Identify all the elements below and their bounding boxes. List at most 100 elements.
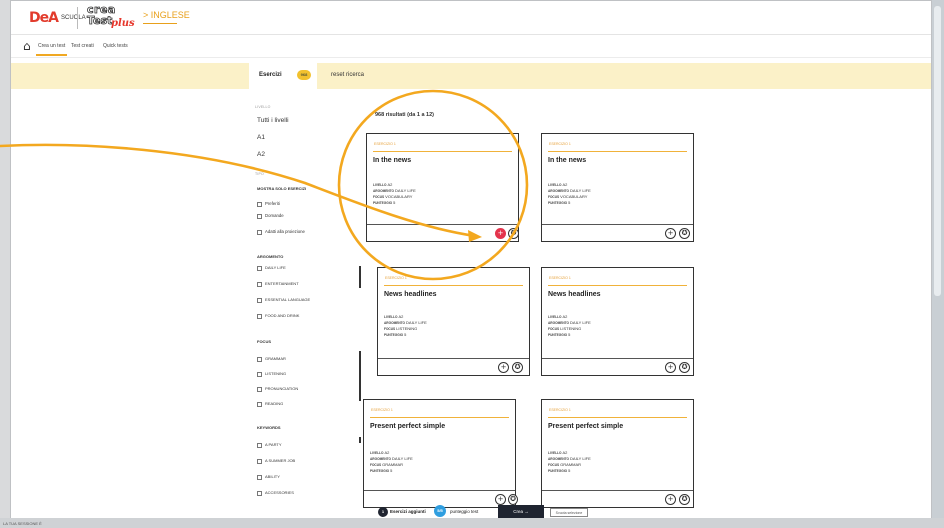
filter-scrollbar[interactable] [359,351,361,401]
score-badge: 5/5 [434,505,446,517]
checkbox[interactable] [257,458,262,464]
status-text: LA TUA SESSIONE È [3,521,42,526]
card-category: ESERCIZIO 1 [549,408,571,412]
filter-kw-accessories[interactable]: ACCESSORIES [257,490,294,496]
star-badge-icon[interactable]: ✪ [679,494,690,505]
plus-icon[interactable]: + [665,362,676,373]
filter-scrollbar[interactable] [359,266,361,288]
exercise-card[interactable]: ESERCIZIO 1 In the news LIVELLOA2 ARGOME… [541,133,694,242]
plus-icon[interactable]: + [498,362,509,373]
card-footer-divider [364,490,515,491]
type-caption: TIPO [255,172,264,176]
subject-link[interactable]: > INGLESE [143,11,190,20]
checkbox[interactable] [257,356,262,362]
card-title: Present perfect simple [370,423,446,430]
filter-focus-listening[interactable]: LISTENING [257,371,286,377]
filter-questions[interactable]: Domande [257,213,284,219]
card-title: Present perfect simple [548,423,624,430]
home-icon[interactable]: ⌂ [23,40,31,52]
filter-scrollbar[interactable] [359,437,361,443]
card-score: PUNTEGGIO5 [384,332,407,337]
create-test-button[interactable]: Crea → [498,505,544,519]
added-exercises-label[interactable]: Esercizi aggiunti [390,509,426,515]
star-badge-icon[interactable]: ✪ [508,494,518,505]
result-count: 968 risultati (da 1 a 12) [375,112,434,118]
checkbox[interactable] [257,213,262,219]
card-category: ESERCIZIO 1 [549,142,571,146]
star-badge-icon[interactable]: ✪ [508,228,519,239]
tab-crea-test[interactable]: Crea un test [35,43,68,56]
card-divider [370,417,509,418]
level-a2[interactable]: A2 [257,151,265,159]
filter-kw-summer-job[interactable]: A SUMMER JOB [257,458,295,464]
plus-icon[interactable]: + [665,494,676,505]
filter-favourites[interactable]: Preferiti [257,201,280,207]
filter-focus-pronunciation[interactable]: PRONUNCIATION [257,386,298,392]
added-count-badge: 1 [378,507,388,517]
exercise-card[interactable]: ESERCIZIO 1 Present perfect simple LIVEL… [363,399,518,508]
card-divider [384,285,523,286]
checkbox[interactable] [257,297,262,303]
level-all[interactable]: Tutti i livelli [257,117,289,125]
card-title: In the news [373,157,412,164]
exercise-card[interactable]: ESERCIZIO 1 In the news LIVELLOA2 ARGOME… [366,133,519,242]
card-footer-divider [542,490,693,491]
checkbox[interactable] [257,371,262,377]
checkbox[interactable] [257,229,262,235]
checkbox[interactable] [257,386,262,392]
plus-icon[interactable]: + [665,228,676,239]
checkbox[interactable] [257,265,262,271]
plus-icon[interactable]: + [495,228,506,239]
checkbox[interactable] [257,201,262,207]
card-footer-divider [542,224,693,225]
card-category: ESERCIZIO 1 [385,276,407,280]
tab-esercizi-label: Esercizi [259,72,282,78]
dea-logo[interactable]: DeA [29,11,59,25]
filter-kw-party[interactable]: A PARTY [257,442,282,448]
star-badge-icon[interactable]: ✪ [512,362,523,373]
filter-projection[interactable]: Adatti alla proiezione [257,229,305,235]
level-a1[interactable]: A1 [257,134,265,142]
checkbox[interactable] [257,490,262,496]
plus-icon[interactable]: + [495,494,506,505]
tab-quick-tests[interactable]: Quick tests [103,43,128,49]
checkbox[interactable] [257,313,262,319]
subject-underline [143,23,177,24]
checkbox[interactable] [257,442,262,448]
filter-kw-ability[interactable]: ABILITY [257,474,280,480]
card-footer-divider [378,358,529,359]
exercise-card[interactable]: ESERCIZIO 1 News headlines LIVELLOA2 ARG… [541,267,694,376]
topic-title: ARGOMENTO [257,254,284,259]
window-scrollbar-thumb[interactable] [934,6,941,296]
filter-band [11,63,931,89]
card-footer-divider [367,224,518,225]
card-divider [548,285,687,286]
card-score: PUNTEGGIO5 [548,200,571,205]
tab-test-creati[interactable]: Test creati [71,43,94,49]
card-category: ESERCIZIO 1 [374,142,396,146]
header-divider [77,7,78,29]
checkbox[interactable] [257,281,262,287]
results-count-badge: 968 [297,70,311,80]
filter-topic-daily-life[interactable]: DAILY LIFE [257,265,286,271]
filter-focus-grammar[interactable]: GRAMMAR [257,356,286,362]
star-badge-icon[interactable]: ✪ [679,228,690,239]
app-window: DeA SCUOLA crea Test plus > INGLESE ⌂ Cr… [10,0,932,522]
checkbox[interactable] [257,401,262,407]
clear-selection-button[interactable]: Svuota selezione [550,508,588,517]
exercise-card[interactable]: ESERCIZIO 1 News headlines LIVELLOA2 ARG… [377,267,530,376]
level-caption: LIVELLO [255,105,271,109]
star-badge-icon[interactable]: ✪ [679,362,690,373]
dea-logo-sub: SCUOLA [61,15,86,21]
filter-topic-food[interactable]: FOOD AND DRINK [257,313,299,319]
filter-focus-reading[interactable]: READING [257,401,283,407]
reset-search-link[interactable]: reset ricerca [331,72,364,79]
filter-topic-essential[interactable]: ESSENTIAL LANGUAGE [257,297,310,303]
filter-topic-entertainment[interactable]: ENTERTAINMENT [257,281,299,287]
focus-title: FOCUS [257,339,271,344]
checkbox[interactable] [257,474,262,480]
exercise-card[interactable]: ESERCIZIO 1 Present perfect simple LIVEL… [541,399,694,508]
show-only-title: MOSTRA SOLO ESERCIZI [257,186,307,191]
card-score: PUNTEGGIO5 [548,332,571,337]
card-score: PUNTEGGIO5 [370,468,393,473]
